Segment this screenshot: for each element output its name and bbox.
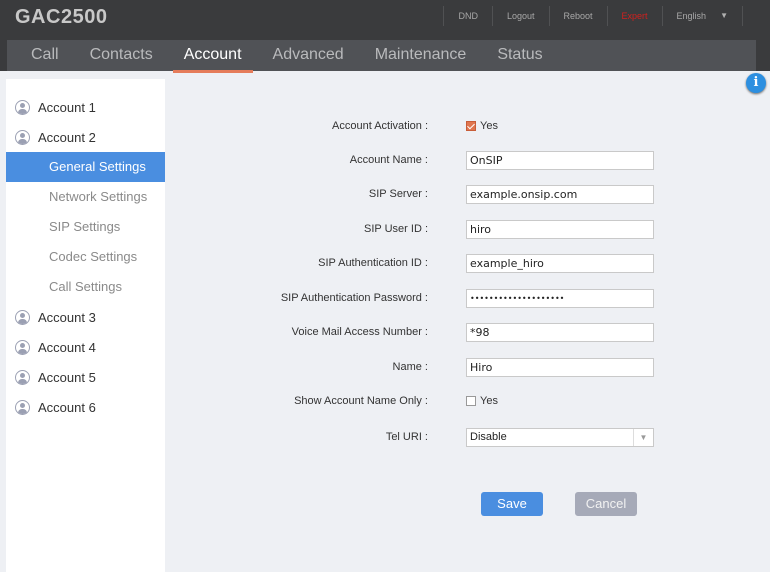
tel-uri-value: Disable [470,431,507,443]
sidebar-item-account-3[interactable]: Account 3 [6,302,165,332]
sip-user-id-row: SIP User ID : hiro [170,219,670,239]
sidebar-sub-network-settings[interactable]: Network Settings [6,182,165,212]
app-logo: GAC2500 [15,6,108,28]
account-activation-label: Account Activation : [332,120,428,132]
sidebar-sub-general-settings[interactable]: General Settings [6,152,165,182]
sidebar-item-label: Account 1 [38,99,96,115]
sip-server-label: SIP Server : [368,188,428,200]
account-name-row: Account Name : OnSIP [170,150,670,170]
top-links: DND Logout Reboot Expert English ▼ [443,6,743,26]
tab-status[interactable]: Status [486,40,553,71]
account-activation-row: Account Activation : Yes [170,116,670,136]
language-label: English [676,11,707,21]
voicemail-input[interactable]: *98 [466,322,654,342]
sip-auth-id-row: SIP Authentication ID : example_hiro [170,253,670,273]
sip-auth-password-row: SIP Authentication Password : ••••••••••… [170,288,670,308]
sip-server-row: SIP Server : example.onsip.com [170,184,670,204]
user-icon [15,129,30,145]
sidebar-sub-sip-settings[interactable]: SIP Settings [6,212,165,242]
name-label: Name : [392,361,428,373]
sidebar-sub-call-settings[interactable]: Call Settings [6,272,165,302]
sip-auth-password-input[interactable]: •••••••••••••••••••• [466,288,654,308]
show-account-name-only-row: Show Account Name Only : Yes [170,391,670,411]
checkbox-checked-icon [466,121,476,131]
reboot-link[interactable]: Reboot [548,6,607,26]
chevron-down-icon: ▼ [720,11,728,20]
expert-link[interactable]: Expert [606,6,662,26]
sidebar-sub-codec-settings[interactable]: Codec Settings [6,242,165,272]
user-icon [15,99,30,115]
sidebar-item-label: Account 3 [38,309,96,325]
show-account-name-only-label: Show Account Name Only : [294,395,428,407]
save-button[interactable]: Save [481,492,543,516]
checkbox-unchecked-icon [466,396,476,406]
sidebar-item-account-4[interactable]: Account 4 [6,332,165,362]
sidebar-item-label: Account 6 [38,399,96,415]
sidebar: Account 1 Account 2 General Settings Net… [6,79,165,572]
tab-advanced[interactable]: Advanced [262,40,355,71]
sidebar-item-label: Account 5 [38,369,96,385]
tab-account[interactable]: Account [172,40,253,73]
voicemail-row: Voice Mail Access Number : *98 [170,322,670,342]
account-name-label: Account Name : [349,154,428,166]
top-bar: GAC2500 DND Logout Reboot Expert English… [0,0,770,73]
sidebar-item-label: Account 4 [38,339,96,355]
tel-uri-label: Tel URI : [385,431,428,443]
tel-uri-select[interactable]: Disable ▼ [466,427,654,447]
sidebar-item-account-2[interactable]: Account 2 [6,122,165,152]
checkbox-label: Yes [480,120,498,132]
name-input[interactable]: Hiro [466,357,654,377]
user-icon [15,339,30,355]
tab-contacts[interactable]: Contacts [79,40,164,71]
main-nav: Call Contacts Account Advanced Maintenan… [7,40,756,73]
tel-uri-row: Tel URI : Disable ▼ [170,427,670,447]
info-icon[interactable]: i [746,73,766,93]
sip-server-input[interactable]: example.onsip.com [466,184,654,204]
account-name-input[interactable]: OnSIP [466,150,654,170]
name-row: Name : Hiro [170,357,670,377]
sidebar-item-account-6[interactable]: Account 6 [6,392,165,422]
user-icon [15,369,30,385]
logout-link[interactable]: Logout [491,6,549,26]
sidebar-item-label: Account 2 [38,129,96,145]
voicemail-label: Voice Mail Access Number : [291,326,428,338]
account-activation-checkbox[interactable]: Yes [466,120,498,132]
user-icon [15,309,30,325]
sip-user-id-input[interactable]: hiro [466,219,654,239]
sip-auth-password-label: SIP Authentication Password : [280,292,428,304]
sidebar-item-account-1[interactable]: Account 1 [6,92,165,122]
tab-call[interactable]: Call [20,40,70,71]
dnd-link[interactable]: DND [443,6,492,26]
user-icon [15,399,30,415]
sip-auth-id-input[interactable]: example_hiro [466,253,654,273]
chevron-down-icon: ▼ [633,428,653,446]
checkbox-label: Yes [480,395,498,407]
tab-maintenance[interactable]: Maintenance [364,40,478,71]
sip-user-id-label: SIP User ID : [364,223,428,235]
cancel-button[interactable]: Cancel [575,492,637,516]
show-account-name-only-checkbox[interactable]: Yes [466,395,498,407]
language-select[interactable]: English ▼ [661,6,743,26]
sidebar-item-account-5[interactable]: Account 5 [6,362,165,392]
sip-auth-id-label: SIP Authentication ID : [318,257,428,269]
